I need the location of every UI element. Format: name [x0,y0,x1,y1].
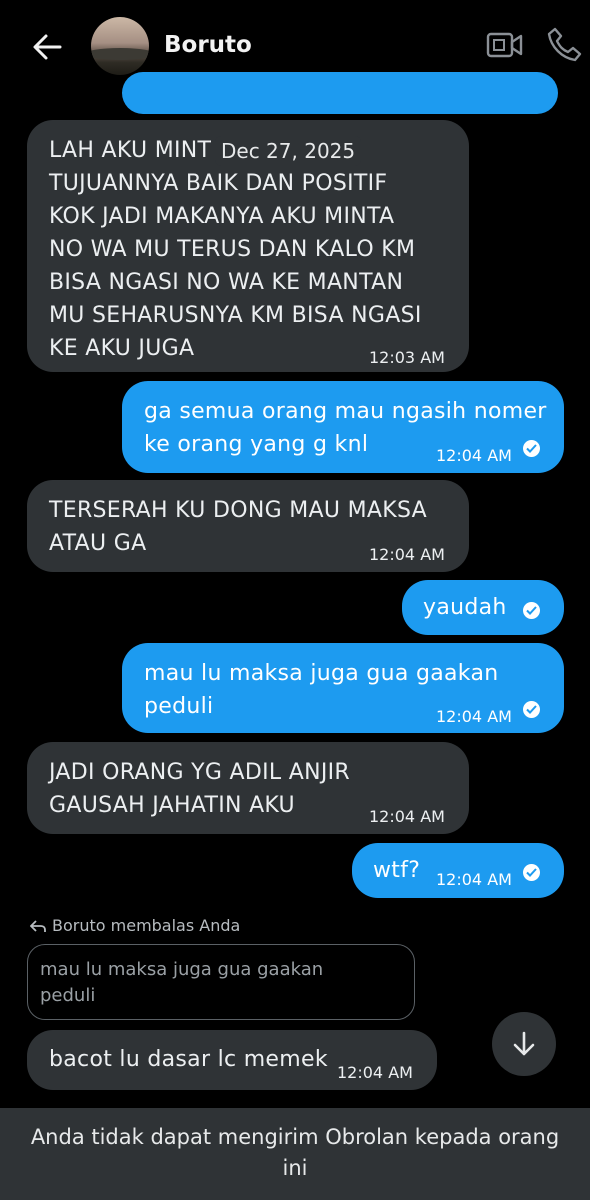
banner-text: Anda tidak dapat mengirim Obrolan kepada… [30,1125,560,1180]
message-time: 12:04 AM [436,446,512,465]
message-bubble-incoming[interactable]: bacot lu dasar lc memek 12:04 AM [27,1030,437,1090]
scroll-to-bottom-button[interactable] [492,1012,556,1076]
avatar[interactable] [91,17,149,75]
message-time: 12:04 AM [369,545,445,564]
reply-indicator: Boruto membalas Anda [29,916,241,935]
message-bubble-partial [122,72,558,114]
reply-icon [29,920,46,932]
message-time: 12:04 AM [337,1063,413,1082]
quoted-message[interactable]: mau lu maksa juga gua gaakan peduli [27,944,415,1020]
read-check-icon [523,701,540,718]
read-check-icon [523,440,540,457]
reply-label-text: Boruto membalas Anda [52,916,241,935]
date-separator: Dec 27, 2025 [215,136,362,166]
phone-icon[interactable] [546,26,582,62]
message-text: JADI ORANG YG ADIL ANJIR GAUSAH JAHATIN … [49,760,351,818]
message-time: 12:04 AM [369,807,445,826]
back-arrow-icon[interactable] [30,30,64,64]
cannot-message-banner: Anda tidak dapat mengirim Obrolan kepada… [0,1108,590,1200]
arrow-down-icon [513,1031,535,1056]
read-check-icon [523,602,540,619]
message-bubble-outgoing[interactable]: wtf? 12:04 AM [352,843,564,898]
message-text: LAH AKU MINT TUJUANNYA BAIK DAN POSITIF … [49,138,422,361]
message-bubble-outgoing[interactable]: yaudah [402,580,564,635]
message-time: 12:04 AM [436,870,512,889]
video-call-icon[interactable] [486,30,524,60]
message-text: wtf? [373,858,421,883]
message-bubble-outgoing[interactable]: ga semua orang mau ngasih nomer ke orang… [122,381,564,473]
message-text: bacot lu dasar lc memek [49,1047,328,1072]
message-time: 12:04 AM [436,707,512,726]
quoted-text: mau lu maksa juga gua gaakan peduli [40,959,324,1006]
message-bubble-outgoing[interactable]: mau lu maksa juga gua gaakan peduli 12:0… [122,643,564,733]
message-bubble-incoming[interactable]: JADI ORANG YG ADIL ANJIR GAUSAH JAHATIN … [27,742,469,834]
contact-name[interactable]: Boruto [164,32,252,58]
message-bubble-incoming[interactable]: TERSERAH KU DONG MAU MAKSA ATAU GA 12:04… [27,480,469,572]
message-text: yaudah [423,595,507,620]
message-time: 12:03 AM [369,348,445,367]
read-check-icon [523,864,540,881]
